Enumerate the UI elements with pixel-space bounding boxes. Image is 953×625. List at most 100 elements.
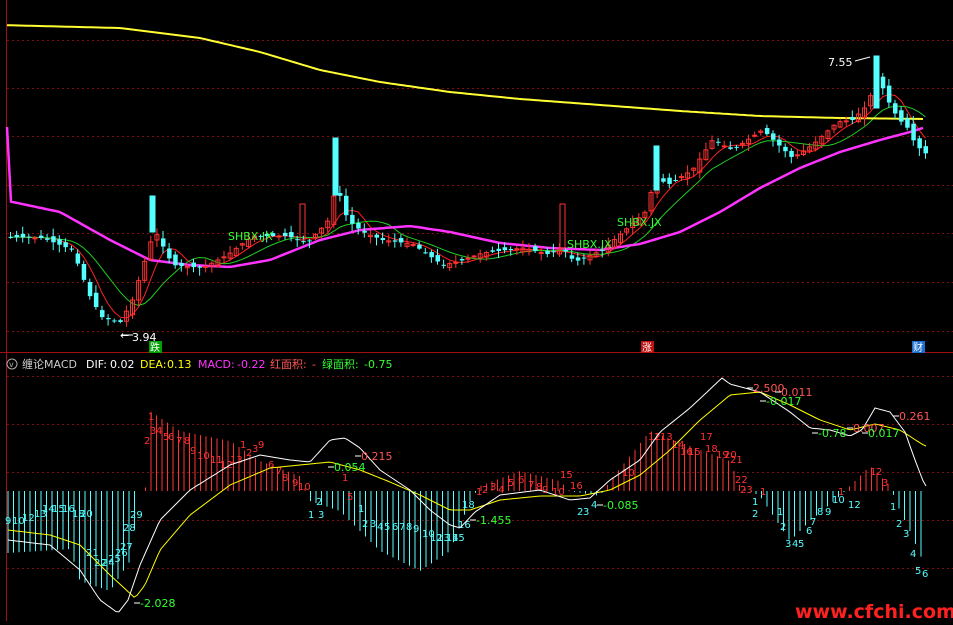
count-label: 2	[876, 467, 882, 478]
candle-body	[276, 235, 282, 238]
candle-body	[337, 193, 343, 196]
count-label: 3	[583, 507, 589, 518]
candle-body	[14, 234, 20, 238]
candle-body	[57, 239, 62, 245]
macd-value: -0.22	[237, 358, 265, 371]
count-label: 16	[458, 520, 471, 531]
count-label: 7	[810, 517, 816, 528]
candle-body	[106, 317, 111, 320]
count-label: 3	[882, 478, 888, 489]
count-label: 27	[120, 542, 133, 553]
count-label: 10	[298, 482, 311, 493]
count-label: 8	[406, 522, 412, 533]
candle-body	[423, 252, 428, 254]
candle-body	[459, 259, 465, 261]
candle-body	[850, 116, 855, 121]
count-label: 2	[780, 522, 786, 533]
candle-body	[410, 243, 416, 246]
dea-value: 0.13	[167, 358, 192, 371]
count-label: 6	[922, 569, 928, 580]
count-label: 15	[452, 533, 465, 544]
indicator-value-label: 2.500	[753, 382, 785, 395]
count-label: 9	[825, 507, 831, 518]
candle-body	[771, 133, 776, 140]
candle-body	[51, 236, 56, 243]
candle-body	[283, 232, 288, 236]
candle-body	[794, 154, 800, 157]
count-label: 9	[5, 516, 11, 527]
count-label: 10	[622, 468, 635, 479]
indicator-value-label: -1.455	[476, 514, 511, 527]
candle-body	[575, 257, 581, 261]
candle-body	[911, 123, 916, 141]
count-label: 3	[370, 519, 376, 530]
indicator-value-label: -0.78	[818, 427, 846, 440]
candle-body	[905, 118, 910, 128]
candle-body	[471, 255, 477, 258]
candle-body	[569, 255, 575, 259]
count-label: 23	[740, 485, 753, 496]
candle-body	[661, 178, 666, 182]
red-area-value: -	[312, 358, 316, 371]
candle-body	[301, 241, 306, 243]
count-label: 4	[156, 426, 162, 437]
count-label: 1	[358, 504, 364, 515]
candle-body	[374, 234, 379, 238]
count-label: 4	[910, 549, 916, 560]
candle-body	[100, 310, 105, 318]
candle-body	[8, 236, 13, 238]
candle-body	[740, 142, 745, 145]
candle-body	[63, 242, 68, 248]
candle-body	[716, 141, 721, 143]
signal-label: SHBX.JX	[617, 216, 662, 229]
candle-body	[75, 253, 81, 264]
count-label: 9	[258, 440, 264, 451]
count-label: 10	[197, 451, 210, 462]
candle-body	[167, 248, 172, 259]
candle-body	[295, 239, 300, 241]
candle-body	[197, 266, 203, 268]
marker-cai: 财	[912, 341, 925, 354]
count-label: 2	[316, 497, 322, 508]
count-label: 9	[413, 524, 419, 535]
macd-label: MACD:	[198, 358, 235, 371]
candle-body	[581, 257, 587, 259]
candle-body	[81, 263, 87, 280]
candle-body	[502, 247, 508, 251]
indicator-value-label: 0.215	[361, 450, 393, 463]
candle-body	[880, 76, 886, 89]
candle-body	[26, 236, 32, 238]
count-label: 4	[377, 522, 383, 533]
count-label: 2	[144, 436, 150, 447]
count-label: 7	[528, 480, 534, 491]
count-label: 12	[848, 500, 861, 511]
marker-die-label: 跌	[150, 341, 160, 354]
count-label: 5	[347, 492, 353, 503]
marker-zhang-label: 涨	[642, 342, 652, 354]
candle-body	[45, 238, 50, 240]
candle-body	[728, 147, 733, 149]
signal-label: SHBX.JX	[228, 230, 273, 243]
candle-body	[69, 248, 74, 250]
candle-body	[653, 145, 660, 191]
count-label: 1	[838, 487, 844, 498]
count-label: 29	[130, 510, 143, 521]
stock-chart-window: SHBX.JX SHBX.JX SHBX.JX 7.55 ← 3.94 跌 涨 财 …	[0, 0, 953, 623]
count-label: 6	[268, 460, 274, 471]
count-label: 3	[903, 529, 909, 540]
candle-body	[441, 264, 447, 266]
candle-body	[873, 55, 880, 109]
indicator-value-label: -0.017	[766, 395, 801, 408]
candle-body	[783, 146, 788, 152]
indicator-value-label: -2.028	[140, 597, 175, 610]
count-label: 2	[362, 519, 368, 530]
candle-body	[93, 292, 99, 307]
chevron-down-icon[interactable]: v	[9, 360, 14, 369]
candle-body	[533, 246, 538, 252]
indicator-value-label: 0.017	[868, 427, 900, 440]
count-label: 1	[342, 473, 348, 484]
signal-label: SHBX.JX	[567, 238, 612, 251]
count-label: 5	[384, 522, 390, 533]
candle-body	[893, 103, 898, 114]
count-label: 5	[508, 478, 514, 489]
